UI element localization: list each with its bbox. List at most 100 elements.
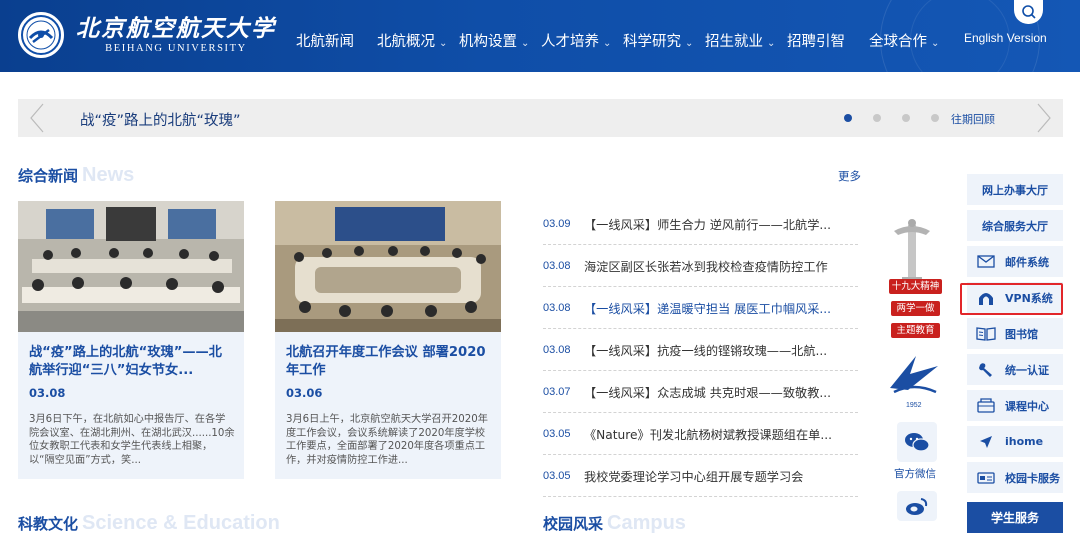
news-card-date: 03.08 bbox=[29, 386, 66, 400]
service-label: 综合服务大厅 bbox=[982, 219, 1048, 233]
news-card-title[interactable]: 战“疫”路上的北航“玫瑰”——北航举行迎“三八”妇女节女... bbox=[29, 344, 235, 380]
news-title-cn: 综合新闻 bbox=[18, 167, 79, 185]
book-icon bbox=[976, 327, 996, 341]
chevron-down-icon: ⌄ bbox=[521, 38, 530, 49]
list-item-title[interactable]: 海淀区副区长张若冰到我校检查疫情防控工作 bbox=[584, 257, 828, 275]
archive-link[interactable]: 往期回顾 bbox=[951, 111, 995, 127]
send-icon bbox=[980, 435, 992, 448]
banner-headline-link[interactable]: 战“疫”路上的北航“玫瑰” bbox=[80, 109, 241, 130]
section-title-en: Science & Education bbox=[82, 512, 280, 534]
nav-item-admissions[interactable]: 招生就业 ⌄ bbox=[705, 30, 775, 51]
chevron-down-icon: ⌄ bbox=[685, 38, 694, 49]
list-item[interactable]: 03.08 【一线风采】递温暖守担当 展医工巾帼风采... bbox=[543, 287, 858, 329]
promo-tag[interactable]: 十九大精神 bbox=[889, 279, 942, 294]
wechat-button[interactable] bbox=[897, 422, 937, 462]
service-library[interactable]: 图书馆 bbox=[967, 318, 1063, 349]
list-item-date: 03.08 bbox=[543, 301, 571, 314]
service-course[interactable]: 课程中心 bbox=[967, 390, 1063, 421]
list-item-date: 03.08 bbox=[543, 259, 571, 272]
list-item-title[interactable]: 【一线风采】众志成城 共克时艰——致敬教... bbox=[584, 383, 831, 401]
banner-dot[interactable] bbox=[844, 114, 852, 122]
nav-item-research[interactable]: 科学研究 ⌄ bbox=[623, 30, 693, 51]
news-section-title: 综合新闻 News bbox=[18, 164, 134, 187]
section-title-en: Campus bbox=[607, 512, 686, 534]
wechat-icon bbox=[905, 433, 930, 452]
list-item-date: 03.09 bbox=[543, 217, 571, 230]
service-label: 学生服务 bbox=[990, 511, 1039, 525]
mail-icon bbox=[977, 255, 995, 268]
service-label: 课程中心 bbox=[1005, 399, 1049, 413]
service-label: ihome bbox=[1005, 435, 1044, 448]
list-item[interactable]: 03.07 【一线风采】众志成城 共克时艰——致敬教... bbox=[543, 371, 858, 413]
list-item-title[interactable]: 我校党委理论学习中心组开展专题学习会 bbox=[584, 467, 803, 485]
headline-banner: 战“疫”路上的北航“玫瑰” 往期回顾 bbox=[18, 99, 1063, 137]
list-item[interactable]: 03.08 海淀区副区长张若冰到我校检查疫情防控工作 bbox=[543, 245, 858, 287]
banner-next-button[interactable] bbox=[1025, 99, 1063, 137]
search-icon bbox=[1021, 5, 1036, 19]
service-online-hall[interactable]: 网上办事大厅 bbox=[967, 174, 1063, 205]
news-card-summary: 3月6日下午，在北航如心中报告厅、在各学院会议室、在湖北荆州、在湖北武汉....… bbox=[29, 414, 235, 466]
news-card[interactable]: 北航召开年度工作会议 部署2020年工作 03.06 3月6日上午，北京航空航天… bbox=[275, 201, 501, 479]
nav-item-overview[interactable]: 北航概况 ⌄ bbox=[377, 30, 447, 51]
university-seal-icon bbox=[18, 12, 64, 58]
logo-chinese-name: 北京航空航天大学 bbox=[76, 15, 276, 42]
service-mail[interactable]: 邮件系统 bbox=[967, 246, 1063, 277]
banner-prev-button[interactable] bbox=[18, 99, 56, 137]
service-label: 统一认证 bbox=[1005, 363, 1049, 377]
service-auth[interactable]: 统一认证 bbox=[967, 354, 1063, 385]
banner-dot[interactable] bbox=[873, 114, 881, 122]
nav-item-news[interactable]: 北航新闻 bbox=[296, 30, 354, 51]
news-card[interactable]: 战“疫”路上的北航“玫瑰”——北航举行迎“三八”妇女节女... 03.08 3月… bbox=[18, 201, 244, 479]
list-item-date: 03.05 bbox=[543, 469, 571, 482]
list-item[interactable]: 03.05 我校党委理论学习中心组开展专题学习会 bbox=[543, 455, 858, 497]
english-version-link[interactable]: English Version bbox=[964, 31, 1047, 45]
service-general-hall[interactable]: 综合服务大厅 bbox=[967, 210, 1063, 241]
chevron-down-icon: ⌄ bbox=[767, 38, 776, 49]
news-card-summary: 3月6日上午，北京航空航天大学召开2020年度工作会议，会议系统解读了2020年… bbox=[286, 414, 488, 466]
section-title-cn: 校园风采 bbox=[543, 515, 604, 533]
nav-item-education[interactable]: 人才培养 ⌄ bbox=[541, 30, 611, 51]
anniversary-emblem-icon[interactable]: 1952 bbox=[886, 352, 942, 412]
list-item-date: 03.07 bbox=[543, 385, 571, 398]
service-student[interactable]: 学生服务 bbox=[967, 502, 1063, 533]
chevron-right-icon bbox=[1037, 103, 1051, 133]
news-card-date: 03.06 bbox=[286, 386, 323, 400]
service-ihome[interactable]: ihome bbox=[967, 426, 1063, 457]
list-item-title[interactable]: 《Nature》刊发北航杨树斌教授课题组在单... bbox=[584, 425, 832, 443]
service-label: 邮件系统 bbox=[1005, 255, 1049, 269]
emblem-year: 1952 bbox=[906, 402, 922, 409]
weibo-button[interactable] bbox=[897, 491, 937, 521]
news-card-title[interactable]: 北航召开年度工作会议 部署2020年工作 bbox=[286, 344, 492, 380]
list-item-title[interactable]: 【一线风采】师生合力 逆风前行——北航学... bbox=[584, 215, 831, 233]
logo-english-name: BEIHANG UNIVERSITY bbox=[105, 43, 247, 54]
chevron-left-icon bbox=[30, 103, 44, 133]
banner-dot[interactable] bbox=[931, 114, 939, 122]
section-title-campus: 校园风采 Campus bbox=[543, 512, 686, 535]
news-card-photo bbox=[18, 201, 244, 332]
nav-item-global[interactable]: 全球合作 ⌄ bbox=[869, 30, 939, 51]
news-title-en: News bbox=[82, 164, 135, 186]
list-item-date: 03.08 bbox=[543, 343, 571, 356]
news-more-link[interactable]: 更多 bbox=[838, 168, 861, 184]
card-icon bbox=[977, 471, 995, 484]
section-title-science: 科教文化 Science & Education bbox=[18, 512, 280, 535]
list-item-title[interactable]: 【一线风采】抗疫一线的铿锵玫瑰——北航... bbox=[584, 341, 827, 359]
nav-item-departments[interactable]: 机构设置 ⌄ bbox=[459, 30, 529, 51]
service-label: 校园卡服务 bbox=[1005, 471, 1060, 485]
banner-dot[interactable] bbox=[902, 114, 910, 122]
list-item[interactable]: 03.08 【一线风采】抗疫一线的铿锵玫瑰——北航... bbox=[543, 329, 858, 371]
search-button[interactable] bbox=[1014, 0, 1043, 24]
promo-tag[interactable]: 两学一做 bbox=[891, 301, 940, 316]
course-icon bbox=[977, 398, 995, 413]
weibo-icon bbox=[906, 498, 928, 515]
list-item[interactable]: 03.09 【一线风采】师生合力 逆风前行——北航学... bbox=[543, 203, 858, 245]
list-item[interactable]: 03.05 《Nature》刊发北航杨树斌教授课题组在单... bbox=[543, 413, 858, 455]
service-campus-card[interactable]: 校园卡服务 bbox=[967, 462, 1063, 493]
nav-item-recruitment[interactable]: 招聘引智 bbox=[787, 30, 845, 51]
list-item-title[interactable]: 【一线风采】递温暖守担当 展医工巾帼风采... bbox=[584, 299, 831, 317]
promo-tag[interactable]: 主题教育 bbox=[891, 323, 940, 338]
news-card-photo bbox=[275, 201, 501, 332]
section-title-cn: 科教文化 bbox=[18, 515, 79, 533]
university-logo[interactable]: 北京航空航天大学 BEIHANG UNIVERSITY bbox=[18, 12, 276, 58]
chevron-down-icon: ⌄ bbox=[931, 38, 940, 49]
